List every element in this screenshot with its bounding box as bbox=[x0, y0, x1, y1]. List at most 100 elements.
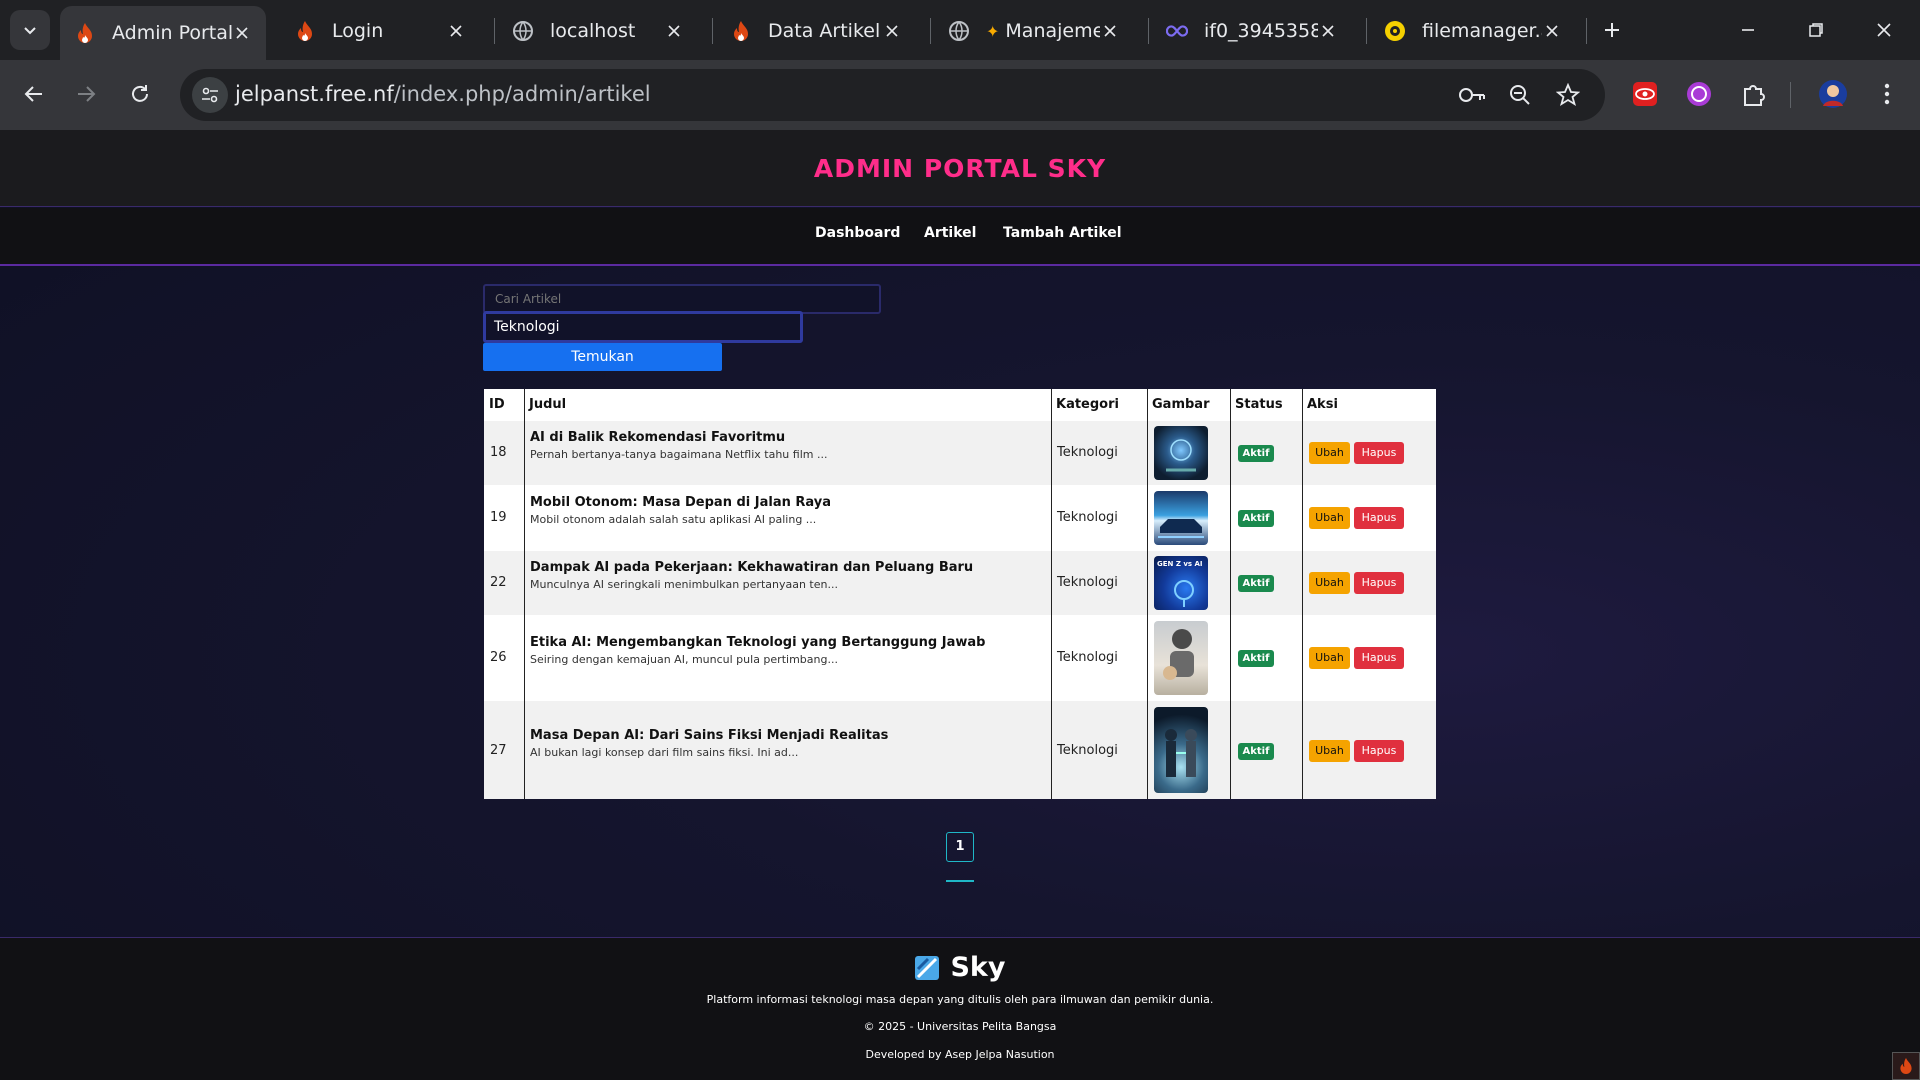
site-navigation: Dashboard Artikel Tambah Artikel bbox=[0, 208, 1920, 266]
avatar-icon bbox=[1819, 80, 1847, 108]
close-window-button[interactable] bbox=[1864, 10, 1904, 50]
edit-button[interactable]: Ubah bbox=[1309, 572, 1350, 594]
edit-button[interactable]: Ubah bbox=[1309, 647, 1350, 669]
article-title: Mobil Otonom: Masa Depan di Jalan Raya bbox=[530, 495, 832, 510]
article-excerpt: Munculnya AI seringkali menimbulkan pert… bbox=[530, 578, 838, 591]
search-input[interactable] bbox=[483, 284, 881, 314]
footer-developer: Developed by Asep Jelpa Nasution bbox=[865, 1048, 1055, 1061]
tab-separator bbox=[1586, 18, 1587, 44]
article-title: Dampak AI pada Pekerjaan: Kekhawatiran d… bbox=[530, 560, 974, 575]
globe-icon bbox=[948, 20, 970, 42]
restore-button[interactable] bbox=[1796, 10, 1836, 50]
tab-localhost[interactable]: localhost bbox=[498, 8, 698, 54]
extension-red-button[interactable] bbox=[1628, 77, 1662, 111]
autonomous-car-image bbox=[1158, 519, 1204, 538]
row-kategori: Teknologi bbox=[1057, 510, 1118, 525]
close-icon[interactable] bbox=[232, 23, 252, 43]
tab-separator bbox=[494, 18, 495, 44]
tune-icon bbox=[202, 87, 218, 103]
close-icon[interactable] bbox=[1318, 21, 1338, 41]
table-row: 22 Dampak AI pada Pekerjaan: Kekhawatira… bbox=[484, 551, 1436, 615]
footer-brand: Sky bbox=[0, 952, 1920, 983]
browser-tab-strip: Admin Portal Login localhost Data Artike… bbox=[0, 0, 1920, 60]
row-id: 26 bbox=[490, 650, 507, 665]
status-badge: Aktif bbox=[1238, 743, 1274, 760]
status-badge: Aktif bbox=[1238, 510, 1274, 527]
extension-purple-button[interactable] bbox=[1682, 77, 1716, 111]
tab-filemanager[interactable]: filemanager.ai bbox=[1370, 8, 1576, 54]
article-excerpt: Mobil otonom adalah salah satu aplikasi … bbox=[530, 513, 817, 526]
close-icon bbox=[1877, 23, 1891, 37]
close-icon[interactable] bbox=[446, 21, 466, 41]
delete-button[interactable]: Hapus bbox=[1354, 572, 1404, 594]
row-id: 22 bbox=[490, 575, 507, 590]
tab-login[interactable]: Login bbox=[280, 8, 480, 54]
pagination-page-1[interactable]: 1 bbox=[946, 832, 974, 862]
site-title: ADMIN PORTAL SKY bbox=[813, 154, 1107, 183]
tab-if0[interactable]: if0_39453589 bbox=[1152, 8, 1352, 54]
column-divider bbox=[1230, 389, 1231, 799]
delete-button[interactable]: Hapus bbox=[1354, 740, 1404, 762]
search-button[interactable]: Temukan bbox=[483, 343, 722, 371]
star-icon bbox=[1556, 83, 1580, 106]
article-thumbnail bbox=[1154, 426, 1208, 480]
edit-button[interactable]: Ubah bbox=[1309, 740, 1350, 762]
edit-button[interactable]: Ubah bbox=[1309, 442, 1350, 464]
tab-manajemen[interactable]: ✦ Manajeme bbox=[934, 8, 1134, 54]
browser-menu-button[interactable] bbox=[1870, 77, 1904, 111]
nav-artikel[interactable]: Artikel bbox=[924, 225, 976, 241]
address-bar[interactable]: jelpanst.free.nf/index.php/admin/artikel bbox=[180, 69, 1605, 121]
filemanager-icon bbox=[1384, 20, 1406, 42]
bookmark-button[interactable] bbox=[1554, 81, 1582, 109]
puzzle-icon bbox=[1744, 85, 1765, 106]
row-id: 18 bbox=[490, 445, 507, 460]
column-header-id: ID bbox=[489, 397, 505, 412]
status-badge: Aktif bbox=[1238, 650, 1274, 667]
minimize-button[interactable] bbox=[1728, 10, 1768, 50]
pagination-underline bbox=[946, 880, 974, 882]
key-icon bbox=[1459, 88, 1485, 102]
reload-button[interactable] bbox=[120, 74, 160, 114]
new-tab-button[interactable] bbox=[1596, 14, 1628, 46]
purple-circle-extension-icon bbox=[1687, 82, 1711, 106]
delete-button[interactable]: Hapus bbox=[1354, 647, 1404, 669]
url-host: jelpanst.free.nf bbox=[235, 82, 394, 106]
debug-toolbar-button[interactable] bbox=[1892, 1052, 1920, 1080]
toolbar-divider bbox=[1790, 82, 1791, 108]
article-title: Etika AI: Mengembangkan Teknologi yang B… bbox=[530, 635, 986, 650]
close-icon[interactable] bbox=[1100, 21, 1120, 41]
column-divider bbox=[1302, 389, 1303, 799]
profile-button[interactable] bbox=[1816, 77, 1850, 111]
site-info-button[interactable] bbox=[192, 77, 228, 113]
plus-icon bbox=[1605, 23, 1619, 37]
forward-button[interactable] bbox=[66, 74, 106, 114]
tab-data-artikel[interactable]: Data Artikel bbox=[716, 8, 916, 54]
column-header-aksi: Aksi bbox=[1307, 397, 1338, 412]
article-excerpt: Pernah bertanya-tanya bagaimana Netflix … bbox=[530, 448, 828, 461]
tab-admin-portal[interactable]: Admin Portal bbox=[60, 6, 266, 60]
delete-button[interactable]: Hapus bbox=[1354, 442, 1404, 464]
infinity-icon bbox=[1166, 20, 1188, 42]
nav-tambah-artikel[interactable]: Tambah Artikel bbox=[1003, 225, 1122, 241]
edit-button[interactable]: Ubah bbox=[1309, 507, 1350, 529]
back-button[interactable] bbox=[14, 74, 54, 114]
close-icon[interactable] bbox=[882, 21, 902, 41]
articles-table: ID Judul Kategori Gambar Status Aksi 18 … bbox=[484, 389, 1436, 799]
password-key-button[interactable] bbox=[1458, 81, 1486, 109]
robot-child-image bbox=[1163, 629, 1194, 680]
restore-icon bbox=[1809, 23, 1823, 37]
nav-dashboard[interactable]: Dashboard bbox=[815, 225, 900, 241]
tab-search-button[interactable] bbox=[10, 10, 50, 50]
codeigniter-flame-icon bbox=[1900, 1058, 1912, 1074]
tab-separator bbox=[1148, 18, 1149, 44]
close-icon[interactable] bbox=[664, 21, 684, 41]
delete-button[interactable]: Hapus bbox=[1354, 507, 1404, 529]
codeigniter-flame-icon bbox=[74, 22, 96, 44]
category-select[interactable]: Teknologi bbox=[483, 311, 803, 343]
extensions-button[interactable] bbox=[1736, 77, 1770, 111]
zoom-button[interactable] bbox=[1506, 81, 1534, 109]
close-icon[interactable] bbox=[1542, 21, 1562, 41]
site-footer: Sky Platform informasi teknologi masa de… bbox=[0, 937, 1920, 1080]
article-excerpt: AI bukan lagi konsep dari film sains fik… bbox=[530, 746, 799, 759]
column-header-kategori: Kategori bbox=[1056, 397, 1119, 412]
